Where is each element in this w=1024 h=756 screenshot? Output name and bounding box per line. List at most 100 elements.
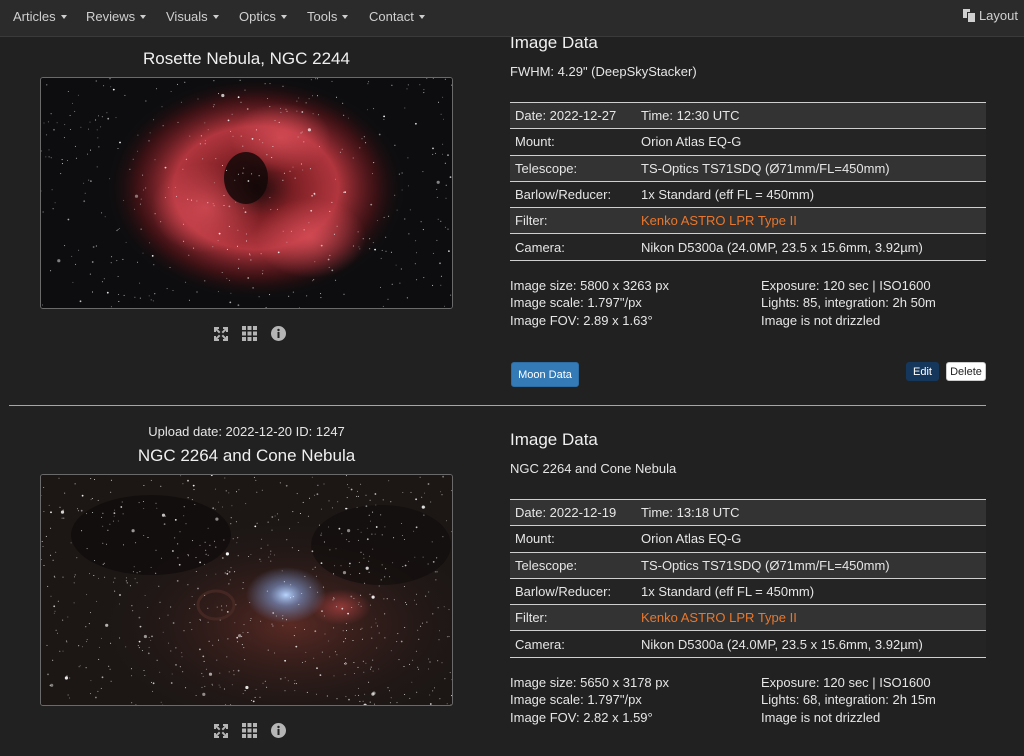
star — [436, 196, 438, 198]
star — [109, 78, 111, 80]
star — [315, 78, 317, 80]
star — [237, 229, 239, 231]
star — [96, 129, 98, 131]
star — [296, 100, 298, 102]
fullscreen-icon[interactable] — [212, 722, 229, 739]
filter-link[interactable]: Kenko ASTRO LPR Type II — [641, 213, 986, 228]
delete-button[interactable]: Delete — [946, 362, 986, 381]
star — [216, 659, 218, 661]
star — [223, 205, 225, 206]
star — [284, 659, 286, 662]
star — [363, 553, 365, 555]
nav-visuals[interactable]: Visuals — [166, 9, 219, 24]
fullscreen-icon[interactable] — [212, 325, 229, 342]
info-icon[interactable] — [270, 325, 287, 342]
nav-tools[interactable]: Tools — [307, 9, 349, 24]
meta-key: Telescope: — [515, 160, 578, 176]
star — [191, 629, 193, 631]
moon-data-button[interactable]: Moon Data — [511, 362, 579, 387]
star — [262, 270, 264, 272]
info-icon[interactable] — [270, 722, 287, 739]
astro-photo[interactable] — [40, 77, 453, 309]
star — [333, 573, 334, 575]
astro-photo[interactable] — [40, 474, 453, 706]
star — [384, 637, 386, 639]
grid-icon[interactable] — [241, 325, 258, 342]
star — [72, 102, 73, 104]
star — [224, 572, 226, 574]
star — [218, 93, 220, 95]
star — [363, 136, 365, 138]
star — [415, 498, 417, 501]
star — [95, 245, 97, 247]
layout-button[interactable]: Layout — [962, 8, 1018, 23]
star — [423, 92, 425, 94]
star — [170, 682, 173, 684]
drizzle-text: Image is not drizzled — [761, 312, 881, 328]
filter-link[interactable]: Kenko ASTRO LPR Type II — [641, 610, 986, 625]
star — [362, 660, 364, 662]
star — [230, 517, 232, 519]
star — [451, 84, 452, 86]
star — [204, 122, 206, 124]
star — [123, 199, 125, 201]
star — [382, 305, 384, 307]
star — [135, 704, 137, 705]
star — [70, 542, 72, 544]
star — [446, 636, 448, 638]
star — [217, 291, 219, 293]
star — [151, 681, 152, 683]
star — [131, 605, 133, 607]
nav-reviews[interactable]: Reviews — [86, 9, 147, 24]
star — [125, 577, 127, 579]
star — [48, 149, 50, 151]
star — [408, 233, 410, 235]
caret-down-icon — [212, 15, 219, 19]
star — [129, 585, 131, 587]
star — [407, 157, 409, 159]
star — [144, 675, 146, 676]
star — [445, 197, 447, 199]
grid-icon[interactable] — [241, 722, 258, 739]
rosette-nebula-image — [41, 78, 452, 308]
meta-value: Time: 12:30 UTC — [641, 108, 740, 124]
star — [262, 142, 264, 144]
star — [393, 537, 395, 539]
edit-button[interactable]: Edit — [906, 362, 939, 381]
star — [113, 512, 116, 514]
star — [43, 511, 45, 512]
star — [231, 113, 233, 115]
star — [51, 189, 53, 191]
star — [227, 570, 228, 572]
star — [61, 163, 63, 165]
star — [439, 630, 440, 632]
nav-articles[interactable]: Articles — [13, 9, 67, 24]
star — [179, 666, 181, 668]
star — [102, 563, 104, 565]
star — [73, 602, 75, 604]
star — [224, 477, 226, 479]
star — [288, 295, 290, 297]
star — [74, 145, 76, 147]
nav-contact[interactable]: Contact — [369, 9, 425, 24]
star — [294, 177, 296, 179]
star — [400, 268, 402, 270]
star — [135, 542, 137, 544]
star — [364, 693, 366, 695]
star — [356, 506, 358, 508]
star — [308, 98, 310, 100]
star — [389, 702, 391, 704]
star — [321, 532, 323, 534]
star — [78, 645, 80, 647]
nav-optics[interactable]: Optics — [239, 9, 287, 24]
star — [134, 296, 136, 298]
star — [343, 191, 344, 193]
meta-value: 1x Standard (eff FL = 450mm) — [641, 584, 815, 600]
star — [187, 497, 189, 499]
star — [260, 620, 262, 622]
star — [185, 523, 187, 525]
star — [335, 548, 337, 550]
star — [299, 513, 301, 514]
star — [301, 111, 304, 113]
nav-label: Reviews — [86, 9, 136, 24]
